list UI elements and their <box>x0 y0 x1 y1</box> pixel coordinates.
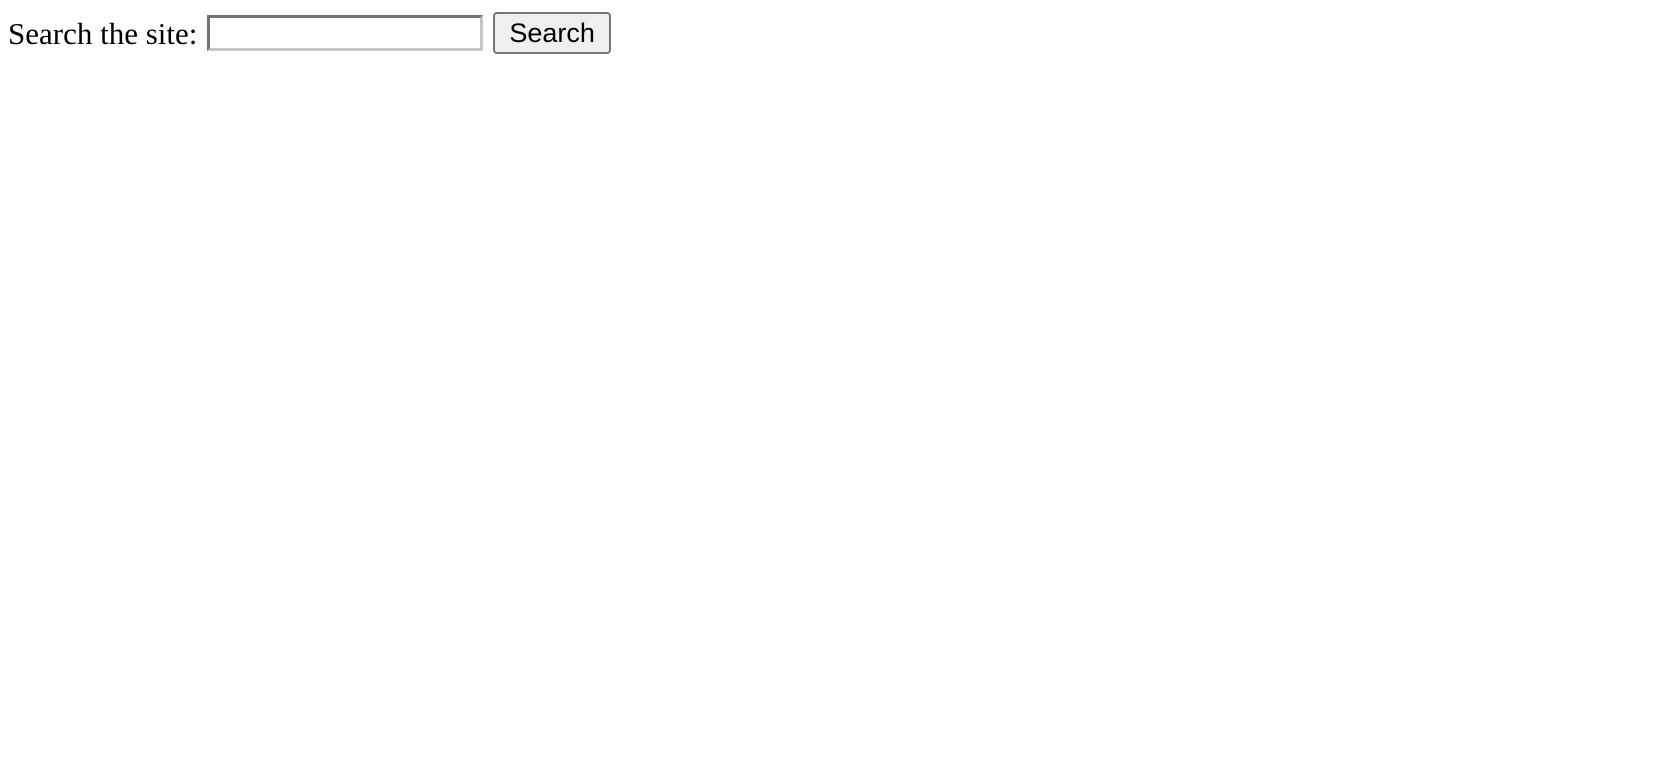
site-search-form: Search the site: Search <box>8 12 611 54</box>
page: Search the site: Search <box>0 0 1654 764</box>
search-button[interactable]: Search <box>493 12 611 54</box>
search-label: Search the site: <box>8 15 198 51</box>
search-input[interactable] <box>207 15 484 51</box>
